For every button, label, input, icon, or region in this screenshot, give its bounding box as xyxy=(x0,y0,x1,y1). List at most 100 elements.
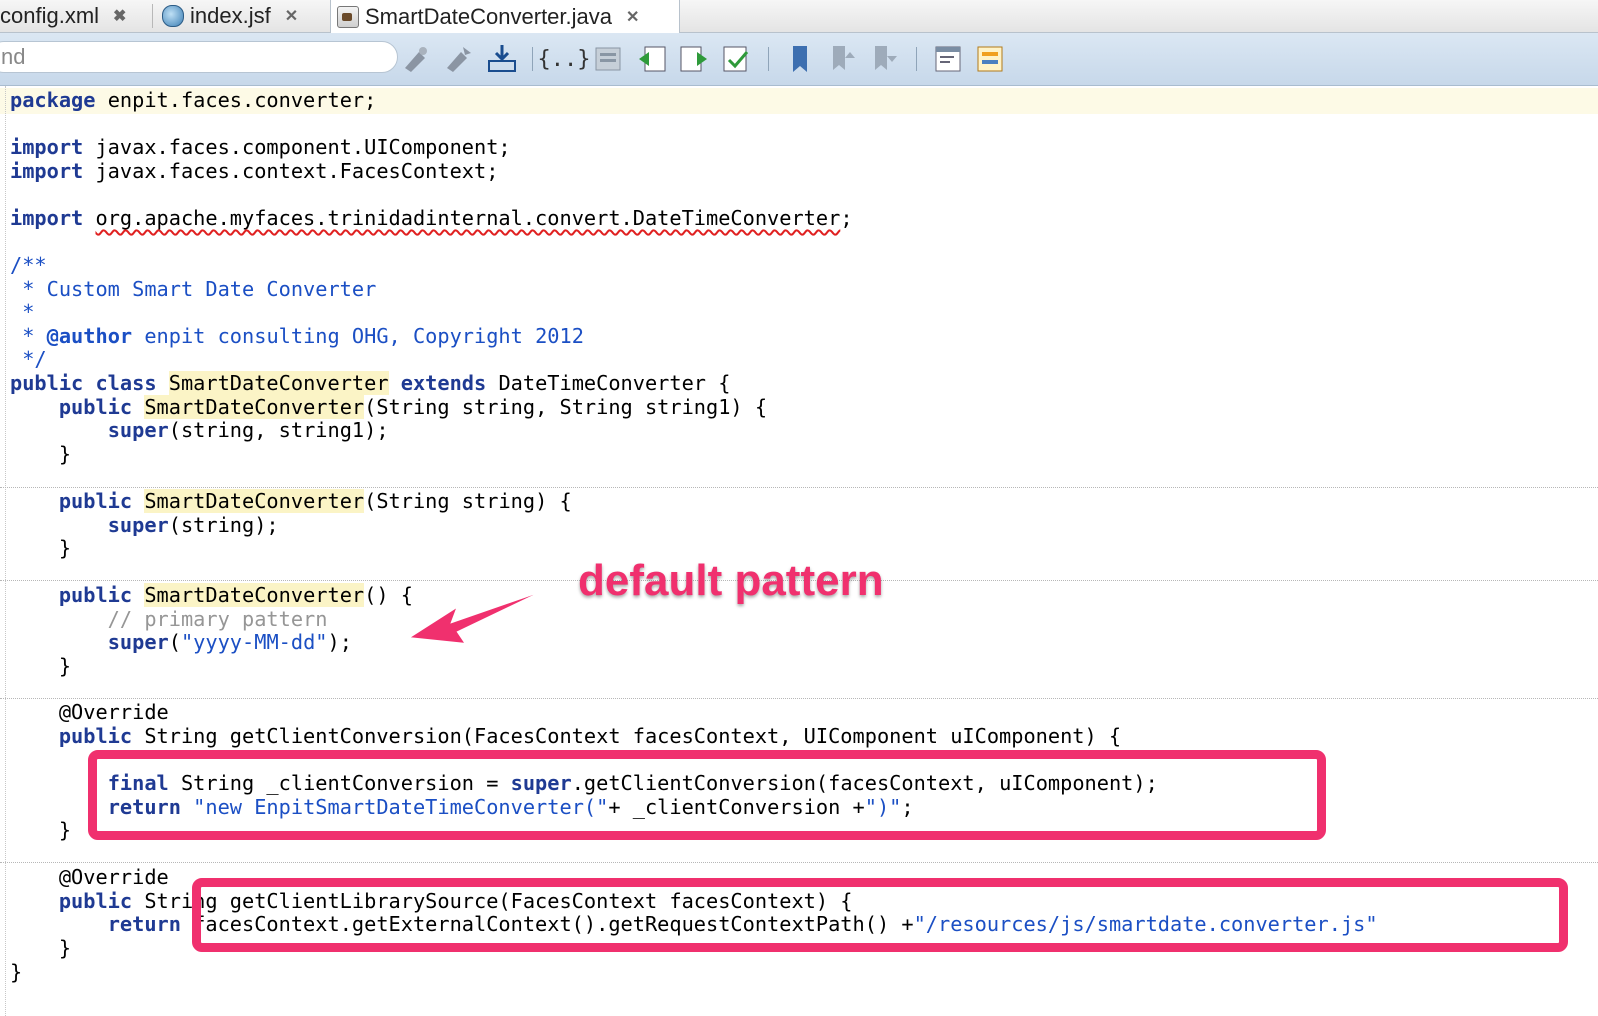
code-text: javax.faces.component.UIComponent; xyxy=(83,135,511,159)
tab-divider xyxy=(152,4,153,28)
code-text: (string, string1); xyxy=(168,418,389,442)
javadoc-tag: @author xyxy=(46,324,133,348)
history-forward-icon[interactable] xyxy=(442,43,474,75)
keyword: return xyxy=(107,912,181,936)
code-line: } xyxy=(10,654,72,678)
constructor-name-highlight: SmartDateConverter xyxy=(144,489,365,513)
string-literal: "new EnpitSmartDateTimeConverter(" xyxy=(193,795,609,819)
next-bookmark-icon[interactable] xyxy=(868,43,900,75)
method-separator xyxy=(0,698,1598,699)
close-icon[interactable]: ✕ xyxy=(626,7,639,27)
tab-index-jsf[interactable]: index.jsf ✕ xyxy=(162,0,298,32)
keyword: import xyxy=(10,135,84,159)
diff-icon[interactable] xyxy=(974,43,1006,75)
history-back-icon[interactable] xyxy=(400,43,432,75)
annotation-line: @Override xyxy=(10,700,169,724)
code-line: super("yyyy-MM-dd"); xyxy=(10,630,352,654)
shift-left-icon[interactable] xyxy=(636,43,668,75)
keyword: public class xyxy=(10,371,157,395)
keyword: package xyxy=(10,88,96,112)
keyword: import xyxy=(10,159,84,183)
editor-tab-bar: config.xml ✖ index.jsf ✕ SmartDateConver… xyxy=(0,0,1598,33)
code-braces-icon[interactable]: {..} xyxy=(538,43,591,75)
keyword: extends xyxy=(388,371,487,395)
java-file-icon xyxy=(337,5,359,28)
method-separator xyxy=(0,487,1598,488)
keyword: super xyxy=(107,418,169,442)
line-comment: // primary pattern xyxy=(10,607,328,631)
code-text: String getClientConversion(FacesContext … xyxy=(132,724,1122,748)
code-text: String _clientConversion = xyxy=(168,771,511,795)
format-icon[interactable] xyxy=(720,43,752,75)
shift-right-icon[interactable] xyxy=(678,43,710,75)
code-text: ( xyxy=(168,630,181,654)
code-text: facesContext.getExternalContext().getReq… xyxy=(180,912,914,936)
method-separator xyxy=(0,862,1598,863)
bookmark-icon[interactable] xyxy=(784,43,816,75)
keyword: public xyxy=(58,395,133,419)
code-line: } xyxy=(10,818,72,842)
code-text: + _clientConversion + xyxy=(608,795,865,819)
code-line: public SmartDateConverter(String string,… xyxy=(10,395,767,419)
string-literal: "/resources/js/smartdate.converter.js" xyxy=(913,912,1378,936)
code-line: import javax.faces.component.UIComponent… xyxy=(10,135,511,159)
error-underlined-import: org.apache.myfaces.trinidadinternal.conv… xyxy=(95,206,841,230)
code-line: } xyxy=(10,442,72,466)
jsf-file-icon xyxy=(162,5,184,27)
arrow-icon xyxy=(405,587,551,646)
code-line: return facesContext.getExternalContext()… xyxy=(10,912,1378,936)
keyword: public xyxy=(58,889,133,913)
code-line: package enpit.faces.converter; xyxy=(10,88,376,112)
search-text: nd xyxy=(1,44,26,69)
editor-toolbar: nd {..} xyxy=(0,33,1598,86)
code-line: public String getClientConversion(FacesC… xyxy=(10,724,1121,748)
keyword: final xyxy=(107,771,169,795)
tab-label: index.jsf xyxy=(190,3,271,28)
code-text: .getClientConversion(facesContext, uICom… xyxy=(571,771,1158,795)
macro-icon[interactable] xyxy=(932,43,964,75)
keyword: public xyxy=(58,583,133,607)
prev-bookmark-icon[interactable] xyxy=(826,43,858,75)
code-text: ; xyxy=(901,795,914,819)
keyword: super xyxy=(107,630,169,654)
code-line: return "new EnpitSmartDateTimeConverter(… xyxy=(10,795,914,819)
tab-label: config.xml xyxy=(0,3,100,28)
code-line: } xyxy=(10,536,72,560)
toolbar-separator xyxy=(916,47,917,71)
close-icon[interactable]: ✖ xyxy=(113,6,126,26)
tab-config-xml[interactable]: config.xml ✖ xyxy=(0,0,126,32)
keyword: public xyxy=(58,724,133,748)
editor-margin-line xyxy=(5,86,6,1016)
code-line: public SmartDateConverter() { xyxy=(10,583,413,607)
comment-text: enpit consulting OHG, Copyright 2012 xyxy=(132,324,584,348)
code-text: (String string, String string1) { xyxy=(364,395,768,419)
code-text: ); xyxy=(327,630,352,654)
toggle-comment-icon[interactable] xyxy=(592,43,624,75)
comment-text: * xyxy=(10,324,47,348)
tab-smartdateconverter-java[interactable]: SmartDateConverter.java ✕ xyxy=(330,0,680,33)
code-text: DateTimeConverter { xyxy=(486,371,731,395)
toolbar-separator xyxy=(532,47,533,71)
toolbar-separator xyxy=(768,47,769,71)
keyword: import xyxy=(10,206,84,230)
code-line: import javax.faces.context.FacesContext; xyxy=(10,159,498,183)
string-literal: ")" xyxy=(864,795,902,819)
code-line: super(string); xyxy=(10,513,279,537)
search-field[interactable]: nd xyxy=(0,41,398,73)
last-edit-icon[interactable] xyxy=(486,43,518,75)
code-line: public String getClientLibrarySource(Fac… xyxy=(10,889,853,913)
close-icon[interactable]: ✕ xyxy=(285,6,298,26)
